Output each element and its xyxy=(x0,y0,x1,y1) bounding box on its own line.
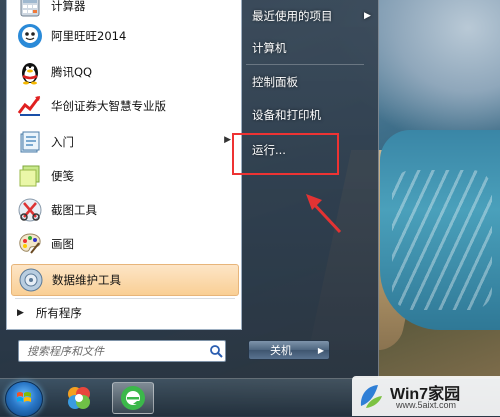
right-item-label: 设备和打印机 xyxy=(252,108,321,122)
watermark-url: www.5aixt.com xyxy=(396,400,457,410)
program-label: 入门 xyxy=(51,135,74,149)
program-item-aliwangwang[interactable]: 阿里旺旺2014 xyxy=(11,20,239,52)
calculator-icon xyxy=(17,0,43,19)
program-item-stock-software[interactable]: 华创证券大智慧专业版 xyxy=(11,90,239,122)
right-divider xyxy=(246,64,364,65)
aliwangwang-icon xyxy=(17,23,43,49)
program-item-getting-started[interactable]: 入门 ▶ xyxy=(11,126,239,158)
program-item-paint[interactable]: 画图 xyxy=(11,228,239,260)
submenu-arrow-icon: ▶ xyxy=(364,11,371,21)
start-menu-programs-pane: 计算器 阿里旺旺2014 腾讯QQ 华创证券大智慧专业版 入门 ▶ 便笺 截图工… xyxy=(6,0,242,330)
right-item-control-panel[interactable]: 控制面板 xyxy=(252,72,298,92)
sticky-notes-icon xyxy=(17,163,43,189)
watermark-logo-icon xyxy=(360,385,382,408)
program-label: 腾讯QQ xyxy=(51,65,93,79)
snipping-tool-icon xyxy=(17,197,43,223)
data-tool-icon xyxy=(18,267,44,293)
annotation-arrow-icon xyxy=(306,194,342,234)
program-item-qq[interactable]: 腾讯QQ xyxy=(11,56,239,88)
right-item-label: 计算机 xyxy=(252,41,287,55)
taskbar-browser[interactable] xyxy=(112,382,154,414)
right-item-devices-printers[interactable]: 设备和打印机 xyxy=(252,105,321,125)
shutdown-button[interactable]: 关机 xyxy=(248,340,314,360)
getting-started-icon xyxy=(17,129,43,155)
stock-chart-icon xyxy=(17,93,43,119)
search-icon[interactable] xyxy=(207,342,225,360)
shutdown-options-button[interactable]: ▶ xyxy=(313,340,330,360)
annotation-highlight-box xyxy=(232,133,339,175)
windows-logo-icon xyxy=(17,392,31,402)
program-label: 画图 xyxy=(51,237,74,251)
program-item-snipping-tool[interactable]: 截图工具 xyxy=(11,194,239,226)
program-label: 便笺 xyxy=(51,169,74,183)
start-menu: 计算器 阿里旺旺2014 腾讯QQ 华创证券大智慧专业版 入门 ▶ 便笺 截图工… xyxy=(0,0,379,378)
all-programs-label: 所有程序 xyxy=(35,306,82,320)
chevron-right-icon: ▶ xyxy=(317,345,325,355)
shutdown-label: 关机 xyxy=(270,344,292,357)
browser-e-icon xyxy=(121,386,145,410)
programs-divider xyxy=(15,298,235,299)
program-label: 阿里旺旺2014 xyxy=(51,29,127,43)
start-search-box[interactable]: 搜索程序和文件 xyxy=(18,340,226,362)
start-button[interactable] xyxy=(5,381,43,417)
colorful-app-icon xyxy=(68,387,90,409)
program-label: 截图工具 xyxy=(51,203,97,217)
program-label: 数据维护工具 xyxy=(52,273,121,287)
expand-arrow-icon: ▶ xyxy=(17,308,24,318)
submenu-arrow-icon: ▶ xyxy=(224,135,231,145)
program-label: 计算器 xyxy=(51,0,86,13)
right-item-label: 控制面板 xyxy=(252,75,298,89)
desktop-waves xyxy=(392,170,492,310)
qq-penguin-icon xyxy=(17,59,43,85)
right-item-recent-items[interactable]: 最近使用的项目 ▶ xyxy=(252,6,371,26)
program-item-data-tool[interactable]: 数据维护工具 xyxy=(11,264,239,296)
right-item-computer[interactable]: 计算机 xyxy=(252,38,287,58)
all-programs-button[interactable]: ▶ 所有程序 xyxy=(17,303,82,323)
taskbar-pinned-app[interactable] xyxy=(58,382,100,414)
program-item-calculator[interactable]: 计算器 xyxy=(11,0,239,22)
paint-palette-icon xyxy=(17,231,43,257)
search-placeholder: 搜索程序和文件 xyxy=(27,345,104,358)
program-label: 华创证券大智慧专业版 xyxy=(51,99,166,113)
watermark: Win7家园 www.5aixt.com xyxy=(352,376,500,416)
right-item-label: 最近使用的项目 xyxy=(252,9,333,23)
program-item-sticky-notes[interactable]: 便笺 xyxy=(11,160,239,192)
